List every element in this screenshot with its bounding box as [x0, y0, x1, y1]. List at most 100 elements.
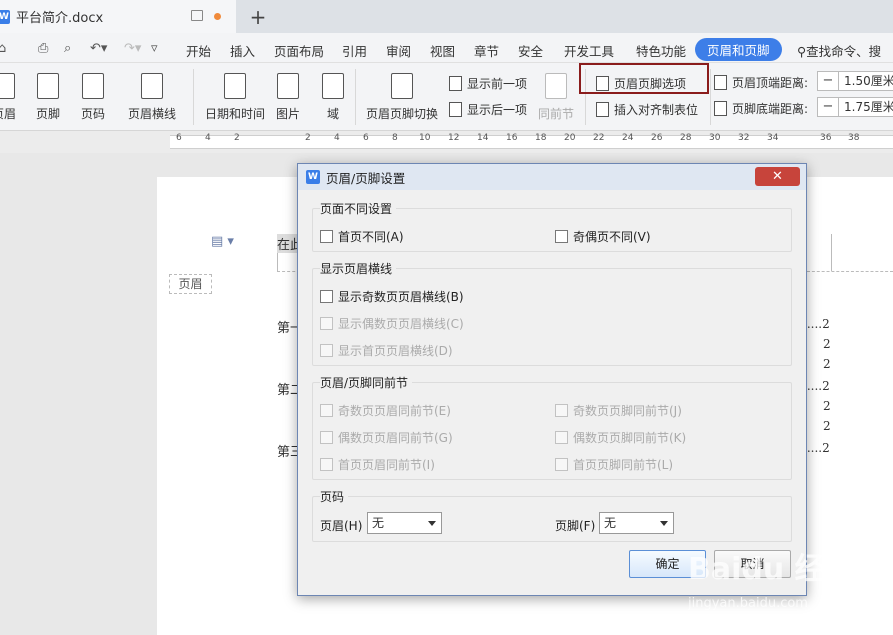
ribbon-separator — [710, 69, 711, 125]
menu-page-layout[interactable]: 页面布局 — [274, 41, 324, 60]
first-header-same-as-prev-checkbox[interactable]: 首页页眉同前节(I) — [320, 456, 435, 473]
switch-header-footer-button[interactable]: 页眉页脚切换 — [366, 73, 438, 122]
decrease-icon[interactable]: − — [817, 97, 839, 117]
close-icon: ✕ — [772, 169, 783, 184]
date-time-button[interactable]: 日期和时间 — [205, 73, 265, 122]
checkbox-label: 偶数页页眉同前节(G) — [338, 431, 453, 445]
group-title: 页码 — [320, 488, 349, 505]
same-as-previous-label: 同前节 — [538, 107, 575, 121]
menu-home[interactable]: 开始 — [186, 41, 211, 60]
menu-review[interactable]: 审阅 — [386, 41, 411, 60]
checkbox-label: 首页页脚同前节(L) — [573, 458, 674, 472]
present-icon[interactable] — [191, 10, 203, 21]
checkbox-label: 奇偶页不同(V) — [573, 230, 651, 244]
header-line-icon — [141, 73, 163, 99]
ribbon-separator — [355, 69, 356, 125]
even-header-same-as-prev-checkbox[interactable]: 偶数页页眉同前节(G) — [320, 429, 453, 446]
field-label: 域 — [326, 107, 339, 121]
switch-label: 页眉页脚切换 — [366, 107, 439, 121]
horizontal-ruler[interactable]: 6 4 2 2 4 6 8 10 12 14 16 18 20 22 24 26… — [0, 131, 893, 153]
redo-icon[interactable]: ↷▾ — [124, 41, 141, 56]
close-button[interactable]: ✕ — [755, 167, 800, 186]
page-number-button[interactable]: 页码 — [81, 73, 105, 122]
menu-header-footer[interactable]: 页眉和页脚 — [695, 38, 782, 61]
field-button[interactable]: 域 — [322, 73, 344, 122]
ribbon: 页眉 页脚 页码 页眉横线 日期和时间 图片 域 页眉页脚切换 显示前一项 显示… — [0, 63, 893, 131]
menu-insert[interactable]: 插入 — [230, 41, 255, 60]
document-icon[interactable]: ▤ ▾ — [211, 234, 234, 249]
show-previous-button[interactable]: 显示前一项 — [449, 75, 527, 92]
menu-features[interactable]: 特色功能 — [636, 41, 686, 60]
first-header-line-checkbox[interactable]: 显示首页页眉横线(D) — [320, 342, 453, 359]
checkbox-box — [320, 317, 333, 330]
ruler-number: 4 — [205, 133, 211, 143]
different-first-page-checkbox[interactable]: 首页不同(A) — [320, 228, 404, 245]
print-icon[interactable]: ⎙ — [38, 41, 48, 56]
decrease-icon[interactable]: − — [817, 71, 839, 91]
customize-qa-icon[interactable]: ▿ — [151, 41, 158, 56]
even-footer-same-as-prev-checkbox[interactable]: 偶数页页脚同前节(K) — [555, 429, 686, 446]
search-icon: ⚲ — [797, 44, 807, 59]
odd-header-line-checkbox[interactable]: 显示奇数页页眉横线(B) — [320, 288, 464, 305]
document-tab[interactable]: W 平台简介.docx — [0, 0, 236, 33]
header-line-button[interactable]: 页眉横线 — [128, 73, 176, 122]
align-tab-icon — [596, 102, 609, 117]
menu-references[interactable]: 引用 — [342, 41, 367, 60]
footer-bottom-distance-spinner[interactable]: − 1.75厘米 — [817, 97, 893, 117]
different-odd-even-checkbox[interactable]: 奇偶页不同(V) — [555, 228, 651, 245]
header-icon — [0, 73, 15, 99]
menu-developer[interactable]: 开发工具 — [564, 41, 614, 60]
dialog-title-bar[interactable]: W 页眉/页脚设置 ✕ — [298, 164, 806, 190]
switch-icon — [391, 73, 413, 99]
checkbox-box — [555, 230, 568, 243]
ruler-bar — [170, 135, 893, 149]
checkbox-box — [320, 290, 333, 303]
wps-writer-icon: W — [0, 9, 10, 24]
footer-page-number-select[interactable]: 无 — [599, 512, 674, 534]
same-as-previous-button[interactable]: 同前节 — [538, 73, 574, 122]
page-number-label: 页码 — [81, 107, 106, 121]
odd-footer-same-as-prev-checkbox[interactable]: 奇数页页脚同前节(J) — [555, 402, 682, 419]
select-value: 无 — [372, 516, 385, 530]
undo-icon[interactable]: ↶▾ — [90, 41, 107, 56]
unsaved-dot-icon — [214, 13, 221, 20]
insert-align-tab-label: 插入对齐制表位 — [614, 103, 699, 117]
header-line-label: 页眉横线 — [128, 107, 177, 121]
show-next-button[interactable]: 显示后一项 — [449, 101, 527, 118]
checkbox-box — [320, 344, 333, 357]
header-tag-label: 页眉 — [169, 274, 212, 294]
odd-header-same-as-prev-checkbox[interactable]: 奇数页页眉同前节(E) — [320, 402, 451, 419]
ruler-number: 18 — [535, 133, 547, 143]
picture-icon — [277, 73, 299, 99]
print-preview-icon[interactable]: ⌕ — [64, 41, 71, 56]
checkbox-box — [320, 458, 333, 471]
first-footer-same-as-prev-checkbox[interactable]: 首页页脚同前节(L) — [555, 456, 673, 473]
even-header-line-checkbox[interactable]: 显示偶数页页眉横线(C) — [320, 315, 464, 332]
header-top-distance-text: 页眉顶端距离: — [732, 76, 809, 90]
footer-button[interactable]: 页脚 — [36, 73, 60, 122]
menu-security[interactable]: 安全 — [518, 41, 543, 60]
ruler-number: 6 — [363, 133, 369, 143]
ruler-number: 16 — [506, 133, 518, 143]
ruler-number: 32 — [738, 133, 750, 143]
checkbox-box — [555, 431, 568, 444]
menu-section[interactable]: 章节 — [474, 41, 499, 60]
checkbox-box — [555, 404, 568, 417]
menu-view[interactable]: 视图 — [430, 41, 455, 60]
new-tab-button[interactable]: + — [248, 5, 268, 29]
header-top-distance-value[interactable]: 1.50厘米 — [839, 71, 893, 91]
header-footer-options-button[interactable]: 页眉页脚选项 — [596, 75, 686, 92]
footer-page-number-label: 页脚(F) — [555, 519, 596, 533]
checkbox-box — [320, 404, 333, 417]
header-boundary-line — [807, 271, 893, 272]
ribbon-separator — [193, 69, 194, 125]
picture-button[interactable]: 图片 — [276, 73, 300, 122]
header-button[interactable]: 页眉 — [0, 73, 16, 122]
open-folder-icon[interactable]: ⌂ — [0, 41, 6, 56]
footer-bottom-distance-value[interactable]: 1.75厘米 — [839, 97, 893, 117]
insert-align-tab-button[interactable]: 插入对齐制表位 — [596, 101, 698, 118]
header-top-distance-spinner[interactable]: − 1.50厘米 — [817, 71, 893, 91]
footer-distance-icon — [714, 101, 727, 116]
header-page-number-select[interactable]: 无 — [367, 512, 442, 534]
header-distance-icon — [714, 75, 727, 90]
